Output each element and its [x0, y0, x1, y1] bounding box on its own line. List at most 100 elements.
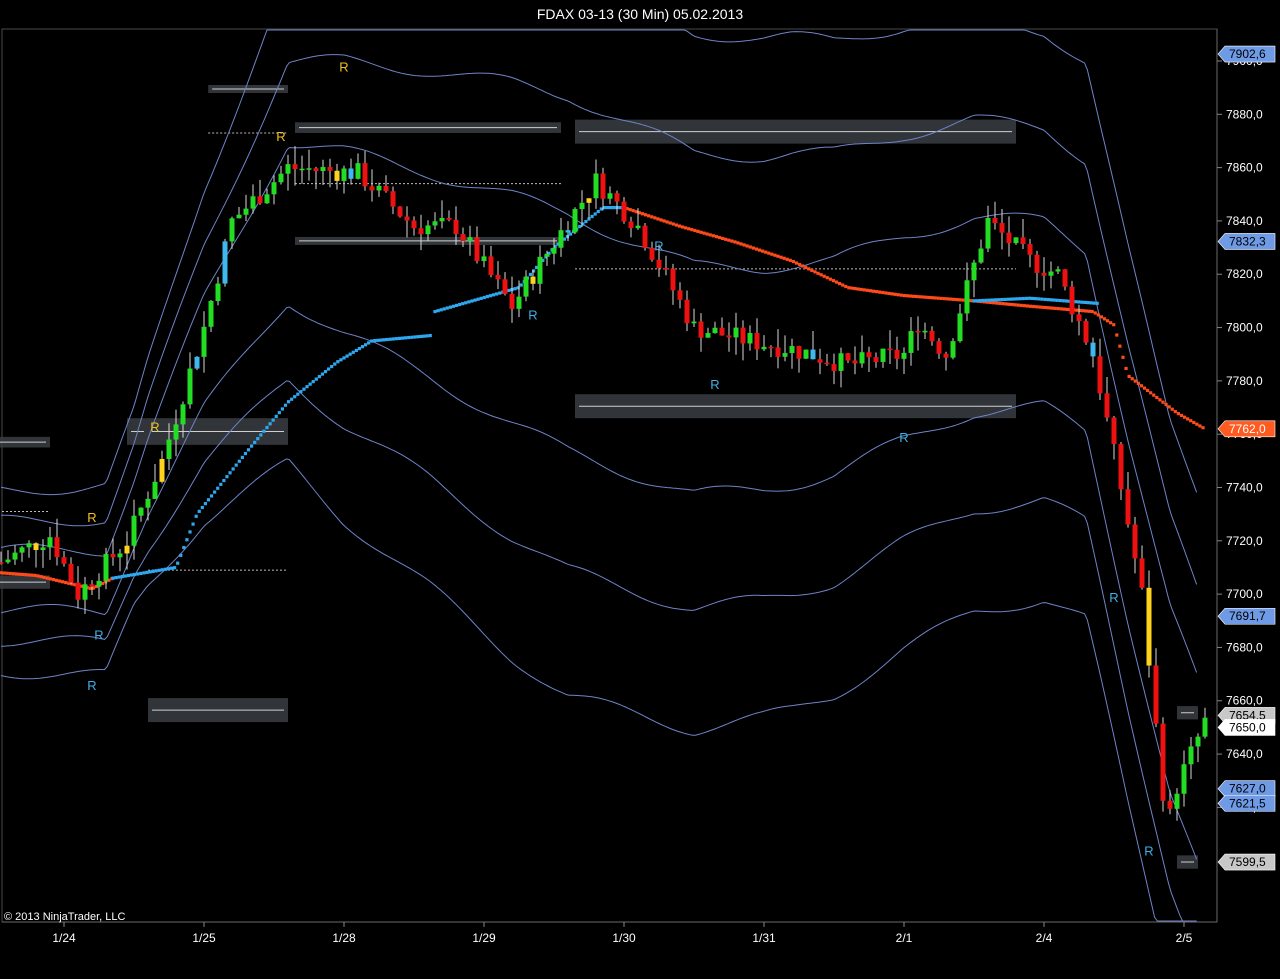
- candle-body: [159, 459, 165, 482]
- trailing-stop-dot: [1158, 398, 1162, 402]
- candle-body: [957, 313, 963, 342]
- trailing-stop-dot: [584, 219, 588, 224]
- trailing-stop-dot: [659, 218, 663, 222]
- y-tick-label: 7880,0: [1226, 107, 1263, 121]
- trailing-stop-dot: [182, 545, 186, 550]
- trailing-stop-dot: [45, 576, 49, 580]
- trailing-stop-dot: [677, 224, 682, 228]
- trailing-stop-dot: [565, 235, 570, 239]
- reversal-signal-label: R: [150, 420, 159, 435]
- trailing-stop-dot: [850, 286, 854, 290]
- trailing-stop-dot: [1018, 297, 1022, 301]
- plot-area[interactable]: [1, 28, 1218, 923]
- candle-body: [131, 515, 137, 546]
- candle-body: [194, 356, 200, 369]
- candle-body: [124, 545, 130, 554]
- candle-body: [96, 580, 102, 587]
- trailing-stop-dot: [20, 572, 25, 577]
- trailing-stop-dot: [590, 214, 594, 219]
- trailing-stop-dot: [250, 444, 254, 448]
- trailing-stop-dot: [290, 397, 294, 401]
- trailing-stop-dot: [1025, 304, 1030, 308]
- trailing-stop-dot: [1047, 306, 1051, 310]
- candle-body: [747, 333, 753, 344]
- y-tick-label: 7640,0: [1226, 747, 1263, 761]
- candle-body: [593, 173, 599, 199]
- candle-body: [859, 352, 865, 364]
- trailing-stop-dot: [339, 358, 343, 362]
- trailing-stop-dot: [394, 337, 398, 341]
- trailing-stop-dot: [856, 287, 860, 291]
- candle-body: [362, 163, 368, 187]
- reversal-signal-label: R: [94, 627, 103, 642]
- trailing-stop-dot: [699, 230, 703, 234]
- trailing-stop-dot: [498, 291, 502, 295]
- trailing-stop-dot: [653, 216, 657, 220]
- trailing-stop-dot: [345, 354, 349, 358]
- trailing-stop-dot: [1130, 377, 1134, 381]
- candle-body: [1118, 444, 1124, 490]
- candle-body: [922, 330, 928, 333]
- trailing-stop-dot: [764, 250, 768, 254]
- price-badge-label: 7650,0: [1229, 720, 1266, 734]
- trailing-stop-dot: [841, 283, 845, 287]
- trailing-stop-dot: [890, 292, 894, 296]
- price-chart[interactable]: RRRRRRRRRRRR 7900,07880,07860,07840,0782…: [0, 0, 1280, 979]
- trailing-stop-dot: [1149, 391, 1153, 395]
- trailing-stop-dot: [797, 262, 802, 267]
- trailing-stop-dot: [1109, 321, 1113, 325]
- reversal-signal-label: R: [528, 308, 537, 323]
- trailing-stop-dot: [736, 241, 740, 245]
- candle-body: [467, 237, 473, 242]
- candle-body: [845, 353, 851, 361]
- trailing-stop-dot: [246, 448, 251, 452]
- trailing-stop-dot: [330, 364, 334, 369]
- trailing-stop-dot: [425, 334, 429, 338]
- trailing-stop-dot: [788, 258, 792, 262]
- trailing-stop-dot: [163, 567, 167, 571]
- trailing-stop-dot: [5, 571, 9, 575]
- candle-body: [537, 256, 543, 284]
- trailing-stop-dot: [742, 243, 746, 247]
- trailing-stop-dot: [828, 277, 832, 281]
- trailing-stop-dot: [1030, 296, 1035, 301]
- x-tick-label: 2/5: [1176, 931, 1193, 945]
- x-tick-label: 2/1: [896, 931, 913, 945]
- trailing-stop-dot: [302, 387, 306, 391]
- trailing-stop-dot: [1167, 405, 1171, 409]
- trailing-stop-dot: [531, 269, 536, 273]
- trailing-stop-dot: [990, 298, 995, 302]
- trailing-stop-dot: [57, 579, 62, 583]
- trailing-stop-dot: [674, 223, 678, 227]
- y-tick-label: 7720,0: [1226, 534, 1263, 548]
- candle-body: [68, 563, 74, 583]
- trailing-stop-dot: [173, 566, 177, 570]
- trailing-stop-dot: [899, 293, 903, 297]
- trailing-stop-dot: [1004, 302, 1008, 306]
- reversal-signal-label: R: [87, 678, 96, 693]
- trailing-stop-dot: [491, 293, 496, 297]
- candle-body: [943, 353, 949, 358]
- trailing-stop-dot: [628, 208, 632, 212]
- trailing-stop-dot: [593, 212, 597, 216]
- candle-body: [243, 208, 249, 215]
- trailing-stop-dot: [1139, 384, 1144, 388]
- trailing-stop-dot: [216, 486, 220, 490]
- trailing-stop-dot: [1065, 307, 1070, 312]
- candle-body: [852, 360, 858, 364]
- candle-body: [1055, 269, 1061, 272]
- trailing-stop-dot: [727, 238, 731, 242]
- trailing-stop-dot: [351, 350, 355, 354]
- trailing-stop-dot: [513, 287, 517, 291]
- candle-body: [635, 225, 641, 229]
- trailing-stop-dot: [354, 348, 358, 353]
- trailing-stop-dot: [379, 338, 383, 342]
- trailing-stop-dot: [404, 336, 408, 340]
- candle-body: [999, 223, 1005, 233]
- trailing-stop-dot: [1058, 298, 1062, 303]
- trailing-stop-dot: [265, 425, 269, 430]
- trailing-stop-dot: [767, 251, 771, 255]
- trailing-stop-dot: [271, 418, 275, 422]
- x-tick-label: 1/24: [52, 931, 76, 945]
- candle-body: [915, 331, 921, 333]
